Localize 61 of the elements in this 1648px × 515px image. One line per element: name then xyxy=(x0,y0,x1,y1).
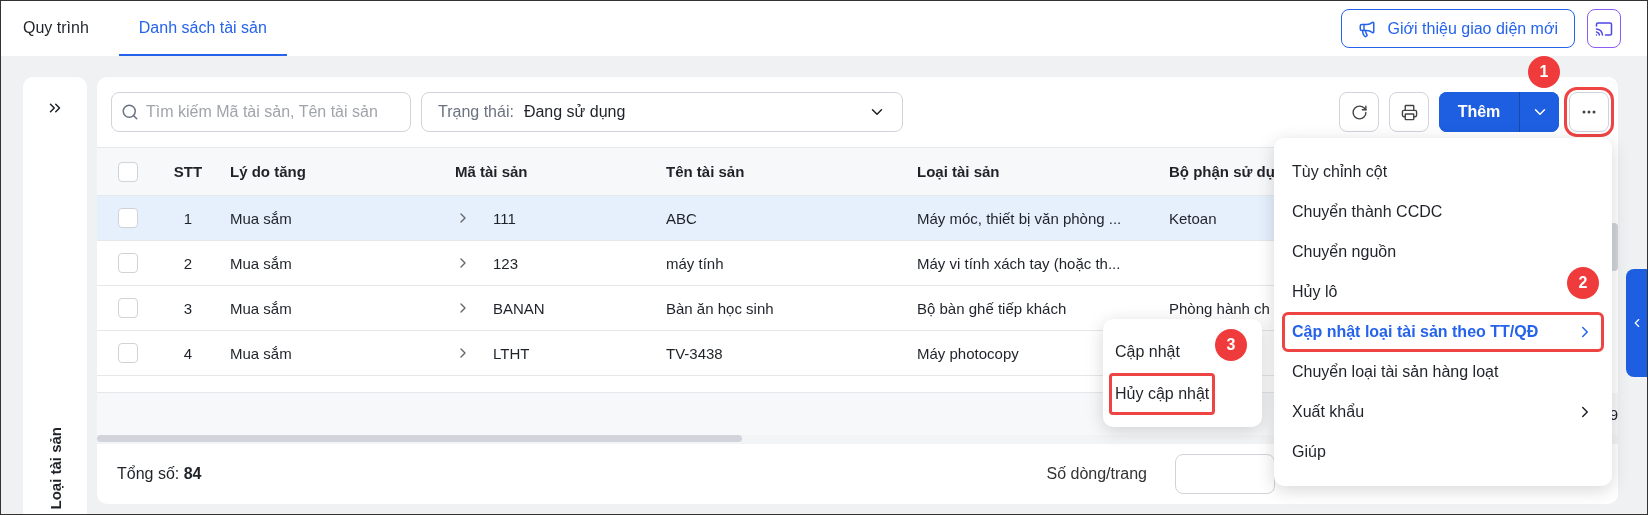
menu-item[interactable]: Hủy cập nhật xyxy=(1109,373,1216,415)
column-header: Loại tài sản xyxy=(917,163,1000,180)
table-cell: máy tính xyxy=(666,254,724,272)
table-cell: 3 xyxy=(183,299,193,317)
status-dropdown[interactable]: Trạng thái: Đang sử dụng xyxy=(421,92,903,132)
side-panel-tab[interactable] xyxy=(1626,269,1647,377)
print-button[interactable] xyxy=(1389,92,1429,132)
scrollbar[interactable] xyxy=(97,435,742,442)
table-cell: BANAN xyxy=(493,299,545,317)
menu-item[interactable]: Xuất khẩu xyxy=(1282,392,1604,432)
refresh-icon xyxy=(1350,103,1368,121)
table-cell: 4 xyxy=(183,344,193,362)
table-cell: Máy vi tính xách tay (hoặc th... xyxy=(917,254,1121,272)
step-badge: 1 xyxy=(1528,56,1560,88)
table-cell: 111 xyxy=(493,209,516,227)
dropdown-value: Đang sử dụng xyxy=(523,103,626,121)
menu-item[interactable]: Giúp xyxy=(1282,432,1336,472)
checkbox[interactable] xyxy=(117,343,138,363)
table-cell: Mua sắm xyxy=(230,299,292,317)
table-cell: 123 xyxy=(493,254,519,272)
table-cell: Mua sắm xyxy=(230,254,292,272)
column-header: STT xyxy=(173,163,203,180)
table-cell: Bộ bàn ghế tiếp khách xyxy=(917,299,1067,317)
table-cell: Máy móc, thiết bị văn phòng ... xyxy=(917,209,1122,227)
total-count: Tổng số: 84 xyxy=(117,465,202,483)
column-header: Bộ phận sử dụ xyxy=(1169,163,1275,180)
dropdown-label: Trạng thái: xyxy=(438,103,514,121)
more-icon xyxy=(1582,110,1596,114)
tab[interactable]: Quy trình xyxy=(23,1,109,56)
tab[interactable]: Danh sách tài sản xyxy=(118,1,287,56)
table-cell: Bàn ăn học sinh xyxy=(666,299,774,317)
sidebar-title: Loại tài sản xyxy=(46,427,64,510)
menu-item[interactable]: Cập nhật xyxy=(1109,331,1186,373)
table-cell: Máy photocopy xyxy=(917,344,1019,362)
table-cell: TV-3438 xyxy=(666,344,723,362)
cast-button[interactable] xyxy=(1587,9,1621,48)
printer-icon xyxy=(1400,103,1418,121)
intro-button[interactable]: Giới thiệu giao diện mới xyxy=(1340,9,1575,48)
column-header: Mã tài sản xyxy=(455,163,528,180)
search-icon xyxy=(121,103,139,121)
page-size-label: Số dòng/trang xyxy=(1046,465,1147,483)
table-cell: Ketoan xyxy=(1169,209,1217,227)
checkbox[interactable] xyxy=(117,253,138,273)
table-cell: 1 xyxy=(183,209,193,227)
menu-item[interactable]: Tùy chỉnh cột xyxy=(1282,152,1398,192)
search-field[interactable]: Tìm kiếm Mã tài sản, Tên tài sản xyxy=(111,92,411,132)
column-header: Lý do tăng xyxy=(230,163,306,180)
refresh-button[interactable] xyxy=(1339,92,1379,132)
cast-icon xyxy=(1595,19,1613,38)
column-header: Tên tài sản xyxy=(666,163,745,180)
table-cell: Phòng hành ch xyxy=(1169,299,1270,317)
table-cell: LTHT xyxy=(493,344,530,362)
megaphone-icon xyxy=(1357,19,1376,38)
table-cell: ABC xyxy=(666,209,697,227)
table-cell: Mua sắm xyxy=(230,209,292,227)
checkbox[interactable] xyxy=(117,161,138,182)
table-cell: Mua sắm xyxy=(230,344,292,362)
add-dropdown-button[interactable] xyxy=(1519,92,1559,132)
table-cell: 2 xyxy=(183,254,193,272)
checkbox[interactable] xyxy=(117,208,138,228)
checkbox[interactable] xyxy=(117,298,138,318)
